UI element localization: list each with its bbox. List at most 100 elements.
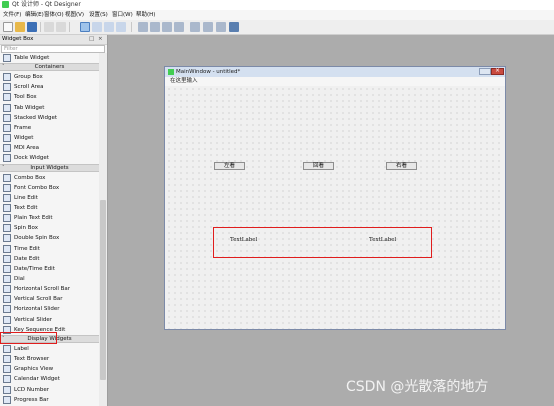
menu-file[interactable]: 文件(F): [3, 11, 21, 19]
widget-editing-icon[interactable]: [80, 22, 90, 32]
group-box-icon: [3, 73, 11, 82]
scrollbar-thumb[interactable]: [100, 200, 106, 380]
widget-item-tab-widget[interactable]: Tab Widget: [0, 103, 99, 113]
category-header[interactable]: ˅ Input Widgets: [0, 163, 99, 172]
widget-item-date-time-edit[interactable]: Date/Time Edit: [0, 264, 99, 274]
widget-item-combo-box[interactable]: Combo Box: [0, 173, 99, 183]
save-icon[interactable]: [27, 22, 37, 32]
widget-item-dock-widget[interactable]: Dock Widget: [0, 153, 99, 163]
widget-item-group-box[interactable]: Group Box: [0, 72, 99, 82]
right-view-button[interactable]: 右看: [386, 162, 417, 170]
redo-icon[interactable]: [56, 22, 66, 32]
title-bar: Qt 设计师 - Qt Designer: [0, 0, 554, 10]
widget-item-widget[interactable]: Widget: [0, 133, 99, 143]
signal-slot-icon[interactable]: [92, 22, 102, 32]
left-view-button[interactable]: 左看: [214, 162, 245, 170]
menu-settings[interactable]: 设置(S): [89, 11, 108, 19]
widget-item-tool-box[interactable]: Tool Box: [0, 92, 99, 102]
widget-box-header: Widget Box □ ×: [0, 35, 107, 45]
layout-horizontal-icon[interactable]: [138, 22, 148, 32]
layout-splitter-h-icon[interactable]: [162, 22, 172, 32]
layout-vertical-icon[interactable]: [150, 22, 160, 32]
break-layout-icon-2[interactable]: [216, 22, 226, 32]
widget-item-double-spin-box[interactable]: Double Spin Box: [0, 233, 99, 243]
widget-item-lcd-number[interactable]: LCD Number: [0, 385, 99, 395]
widget-item-label: Frame: [14, 124, 32, 131]
widget-item-label[interactable]: Label: [0, 344, 99, 354]
widget-item-table-widget[interactable]: Table Widget: [0, 53, 99, 63]
widget-item-label: Group Box: [14, 74, 43, 81]
layout-splitter-v-icon[interactable]: [174, 22, 184, 32]
widget-item-scroll-area[interactable]: Scroll Area: [0, 82, 99, 92]
menu-view[interactable]: 视图(V): [65, 11, 84, 19]
widget-item-mdi-area[interactable]: MDI Area: [0, 143, 99, 153]
adjust-size-icon[interactable]: [229, 22, 239, 32]
widget-item-label: Vertical Scroll Bar: [14, 296, 63, 303]
form-canvas[interactable]: 左看 回看 右看 TextLabel TextLabel: [166, 86, 504, 329]
text-browser-icon: [3, 355, 11, 364]
new-file-icon[interactable]: [3, 22, 13, 32]
widget-item-progress-bar[interactable]: Progress Bar: [0, 395, 99, 405]
main-window-form[interactable]: MainWindow - untitled* × 在这里输入 左看 回看 右看 …: [164, 66, 506, 330]
widget-item-font-combo-box[interactable]: Font Combo Box: [0, 183, 99, 193]
open-file-icon[interactable]: [15, 22, 25, 32]
widget-item-spin-box[interactable]: Spin Box: [0, 223, 99, 233]
widget-item-graphics-view[interactable]: Graphics View: [0, 364, 99, 374]
menu-edit[interactable]: 编辑(E): [25, 11, 44, 19]
widget-item-horizontal-slider[interactable]: Horizontal Slider: [0, 304, 99, 314]
toolbar-separator: [131, 22, 132, 32]
widget-item-text-edit[interactable]: Text Edit: [0, 203, 99, 213]
back-view-button[interactable]: 回看: [303, 162, 334, 170]
widget-item-text-browser[interactable]: Text Browser: [0, 354, 99, 364]
widget-item-calendar-widget[interactable]: Calendar Widget: [0, 374, 99, 384]
tab-order-icon[interactable]: [116, 22, 126, 32]
widget-item-line-edit[interactable]: Line Edit: [0, 193, 99, 203]
menu-help[interactable]: 帮助(H): [136, 11, 155, 19]
qt-form-icon: [168, 69, 174, 75]
widget-item-label: Plain Text Edit: [14, 215, 53, 222]
widget-item-label: Font Combo Box: [14, 184, 60, 191]
widget-item-label: Double Spin Box: [14, 235, 60, 242]
widget-item-vertical-slider[interactable]: Vertical Slider: [0, 315, 99, 325]
widget-item-label: LCD Number: [14, 386, 49, 393]
float-icon[interactable]: □: [89, 36, 94, 43]
widget-item-stacked-widget[interactable]: Stacked Widget: [0, 113, 99, 123]
category-header[interactable]: ˅ Containers: [0, 63, 99, 72]
graphics-view-icon: [3, 365, 11, 374]
horizontal-slider-icon: [3, 305, 11, 314]
stacked-widget-icon: [3, 113, 11, 122]
form-title: MainWindow - untitled*: [176, 69, 241, 75]
widget-item-vertical-scroll-bar[interactable]: Vertical Scroll Bar: [0, 294, 99, 304]
widget-item-label: Stacked Widget: [14, 114, 58, 121]
widget-item-plain-text-edit[interactable]: Plain Text Edit: [0, 213, 99, 223]
close-icon[interactable]: ×: [98, 36, 103, 43]
widget-item-label: Vertical Slider: [14, 316, 53, 323]
widget-item-frame[interactable]: Frame: [0, 123, 99, 133]
widget-box-title: Widget Box: [2, 36, 34, 42]
scroll-area-icon: [3, 83, 11, 92]
widget-item-dial[interactable]: Dial: [0, 274, 99, 284]
menu-form[interactable]: 窗体(O): [44, 11, 64, 19]
buddy-icon[interactable]: [104, 22, 114, 32]
dial-icon: [3, 275, 11, 283]
widget-item-label: Text Edit: [14, 204, 38, 211]
widget-item-label: Label: [14, 345, 29, 352]
layout-grid-icon[interactable]: [190, 22, 200, 32]
time-edit-icon: [3, 244, 11, 253]
type-here-menu[interactable]: 在这里输入: [170, 78, 198, 85]
minimize-button[interactable]: [479, 68, 491, 75]
widget-item-time-edit[interactable]: Time Edit: [0, 244, 99, 254]
widget-item-horizontal-scroll-bar[interactable]: Horizontal Scroll Bar: [0, 284, 99, 294]
break-layout-icon[interactable]: [203, 22, 213, 32]
widget-item-label: Line Edit: [14, 194, 38, 201]
undo-icon[interactable]: [44, 22, 54, 32]
widget-item-label: Horizontal Slider: [14, 306, 60, 313]
menu-bar: 文件(F) 编辑(E) 窗体(O) 视图(V) 设置(S) 窗口(W) 帮助(H…: [0, 10, 554, 20]
widget-item-date-edit[interactable]: Date Edit: [0, 254, 99, 264]
widget-item-label: Horizontal Scroll Bar: [14, 286, 71, 293]
toolbar-separator: [40, 22, 41, 32]
widget-item-label: Scroll Area: [14, 84, 44, 91]
widget-item-label: Widget: [14, 135, 34, 142]
menu-window[interactable]: 窗口(W): [112, 11, 133, 19]
filter-input[interactable]: Filter: [1, 45, 105, 53]
